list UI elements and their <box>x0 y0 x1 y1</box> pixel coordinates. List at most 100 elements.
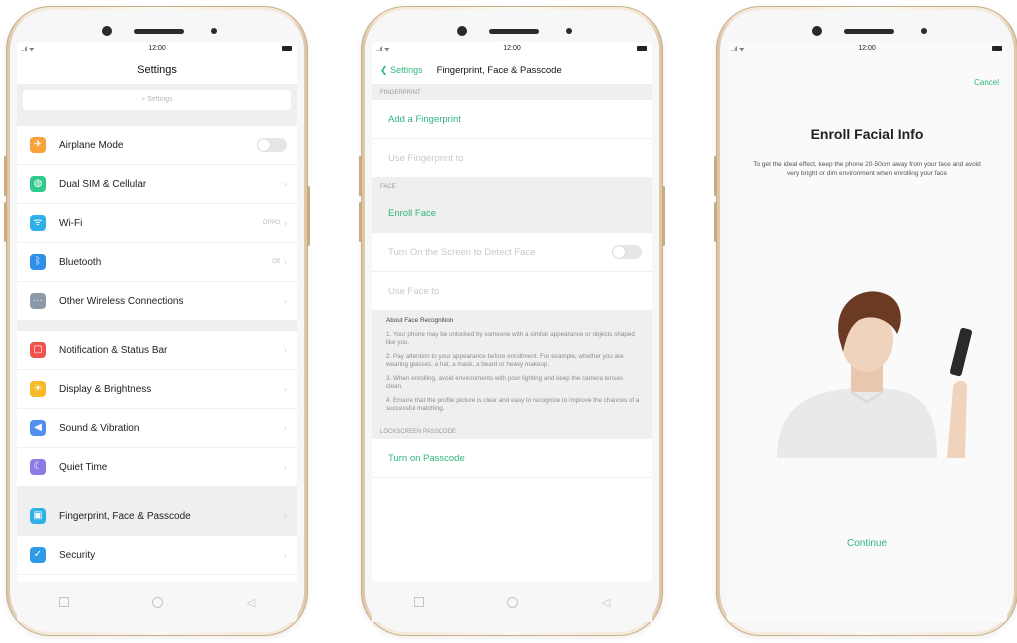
airplane-icon: ✈ <box>30 137 46 153</box>
settings-row[interactable]: ··· Other Wireless Connections › <box>17 282 297 321</box>
moon-icon: ☾ <box>30 459 46 475</box>
settings-row[interactable]: ◀ Sound & Vibration › <box>17 409 297 448</box>
settings-row-value: Off <box>272 259 280 265</box>
chevron-right-icon: › <box>284 423 287 433</box>
fingerprint-icon: ▣ <box>30 508 46 524</box>
use-fingerprint-label: Use Fingerprint to <box>388 152 464 164</box>
phone-frame-settings: ..ıl ᯤ 12:00 Settings ⌕ Settings ✈ Airpla… <box>4 6 310 636</box>
settings-group-connectivity: ✈ Airplane Mode ◍ Dual SIM & Cellular › ᯤ Wi-F… <box>17 126 297 321</box>
chevron-right-icon: › <box>284 511 287 521</box>
shield-icon: ✓ <box>30 547 46 563</box>
settings-row[interactable]: ᛒ Bluetooth Off › <box>17 243 297 282</box>
back-icon[interactable]: ◁ <box>247 596 255 609</box>
settings-row[interactable]: ☾ Quiet Time › <box>17 448 297 487</box>
settings-group-display: ▢ Notification & Status Bar › ☀ Display & Br… <box>17 331 297 487</box>
chevron-right-icon: › <box>284 296 287 306</box>
settings-row-value: OPPO <box>262 220 280 226</box>
back-label: Settings <box>390 64 423 75</box>
home-button[interactable] <box>507 596 519 608</box>
settings-row[interactable]: ▢ Notification & Status Bar › <box>17 331 297 370</box>
earpiece-speaker <box>489 29 539 34</box>
use-face-row[interactable]: Use Face to <box>372 272 652 311</box>
enroll-instructions: To get the ideal effect, keep the phone … <box>753 161 981 177</box>
person-with-phone-illustration <box>777 291 972 458</box>
chevron-right-icon: › <box>284 384 287 394</box>
volume-button <box>359 202 362 242</box>
page-title: Enroll Facial Info <box>810 126 924 142</box>
settings-row-label: Notification & Status Bar <box>59 344 168 356</box>
display-icon: ☀ <box>30 381 46 397</box>
enroll-facial-info-screen: ..ıl ᯤ 12:00 Cancel Enroll Facial Info T… <box>727 42 1007 622</box>
settings-row[interactable]: ✓ Security › <box>17 536 297 575</box>
power-button <box>662 186 665 246</box>
recent-apps-button[interactable] <box>58 597 69 607</box>
back-icon[interactable]: ◁ <box>602 596 610 609</box>
settings-row-label: Other Wireless Connections <box>59 295 184 307</box>
phone-frame-fingerprint: ..ıl ᯤ 12:00 ❮ Settings Fingerprint, Fac… <box>359 6 665 636</box>
section-gap <box>17 487 297 497</box>
chevron-right-icon: › <box>284 257 287 267</box>
globe-icon: ◍ <box>30 176 46 192</box>
about-title: About Face Recognition <box>386 317 454 324</box>
settings-row[interactable]: ☀ Display & Brightness › <box>17 370 297 409</box>
volume-button <box>714 156 717 196</box>
continue-button[interactable]: Continue <box>727 538 1007 549</box>
settings-row-label: Quiet Time <box>59 461 108 473</box>
settings-row[interactable]: ✈ Airplane Mode <box>17 126 297 165</box>
clock: 12:00 <box>148 45 166 52</box>
chevron-right-icon: › <box>284 179 287 189</box>
front-camera <box>457 26 467 36</box>
status-bar: ..ıl ᯤ 12:00 <box>17 42 297 56</box>
settings-row[interactable]: ▣ Fingerprint, Face & Passcode › <box>17 497 297 536</box>
detect-face-toggle[interactable] <box>612 245 642 259</box>
turn-on-passcode-row[interactable]: Turn on Passcode <box>372 439 652 478</box>
back-button[interactable]: ❮ Settings <box>380 65 423 76</box>
settings-row-label: Wi-Fi <box>59 217 83 229</box>
sound-icon: ◀ <box>30 420 46 436</box>
navigation-bar: ◁ <box>17 582 297 622</box>
search-bar-container: ⌕ Settings <box>17 84 297 116</box>
battery-icon <box>282 46 292 51</box>
header: ❮ Settings Fingerprint, Face & Passcode <box>372 56 652 84</box>
section-gap <box>17 321 297 331</box>
settings-row-label: Dual SIM & Cellular <box>59 178 147 190</box>
add-fingerprint-label: Add a Fingerprint <box>388 113 461 125</box>
airplane-mode-toggle[interactable] <box>257 138 287 152</box>
front-camera <box>102 26 112 36</box>
chevron-right-icon: › <box>284 462 287 472</box>
enroll-face-row[interactable]: Enroll Face <box>372 194 652 233</box>
volume-button <box>359 156 362 196</box>
volume-button <box>714 202 717 242</box>
detect-face-label: Turn On the Screen to Detect Face <box>388 246 536 258</box>
add-fingerprint-row[interactable]: Add a Fingerprint <box>372 100 652 139</box>
chevron-right-icon: › <box>284 218 287 228</box>
front-camera <box>812 26 822 36</box>
detect-face-row[interactable]: Turn On the Screen to Detect Face <box>372 233 652 272</box>
clock: 12:00 <box>858 45 876 52</box>
navigation-bar: ◁ <box>372 582 652 622</box>
search-input[interactable]: ⌕ Settings <box>23 90 291 110</box>
earpiece-speaker <box>134 29 184 34</box>
chevron-right-icon: › <box>284 550 287 560</box>
home-button[interactable] <box>152 596 164 608</box>
battery-icon <box>637 46 647 51</box>
turn-on-passcode-label: Turn on Passcode <box>388 452 465 464</box>
settings-group-security: ▣ Fingerprint, Face & Passcode › ✓ Security › <box>17 497 297 575</box>
section-header-fingerprint: FINGERPRINT <box>372 84 652 100</box>
settings-row[interactable]: ᯤ Wi-Fi OPPO › <box>17 204 297 243</box>
earpiece-speaker <box>844 29 894 34</box>
notification-icon: ▢ <box>30 342 46 358</box>
settings-row-label: Airplane Mode <box>59 139 124 151</box>
fingerprint-face-passcode-screen: ..ıl ᯤ 12:00 ❮ Settings Fingerprint, Fac… <box>372 42 652 622</box>
section-header-face: FACE <box>372 178 652 194</box>
phone-frame-enroll: ..ıl ᯤ 12:00 Cancel Enroll Facial Info T… <box>714 6 1017 636</box>
recent-apps-button[interactable] <box>413 597 424 607</box>
clock: 12:00 <box>503 45 521 52</box>
bluetooth-icon: ᛒ <box>30 254 46 270</box>
more-icon: ··· <box>30 293 46 309</box>
cancel-button[interactable]: Cancel <box>974 78 999 87</box>
use-fingerprint-row[interactable]: Use Fingerprint to <box>372 139 652 178</box>
volume-button <box>4 202 7 242</box>
settings-row[interactable]: ◍ Dual SIM & Cellular › <box>17 165 297 204</box>
chevron-right-icon: › <box>284 345 287 355</box>
